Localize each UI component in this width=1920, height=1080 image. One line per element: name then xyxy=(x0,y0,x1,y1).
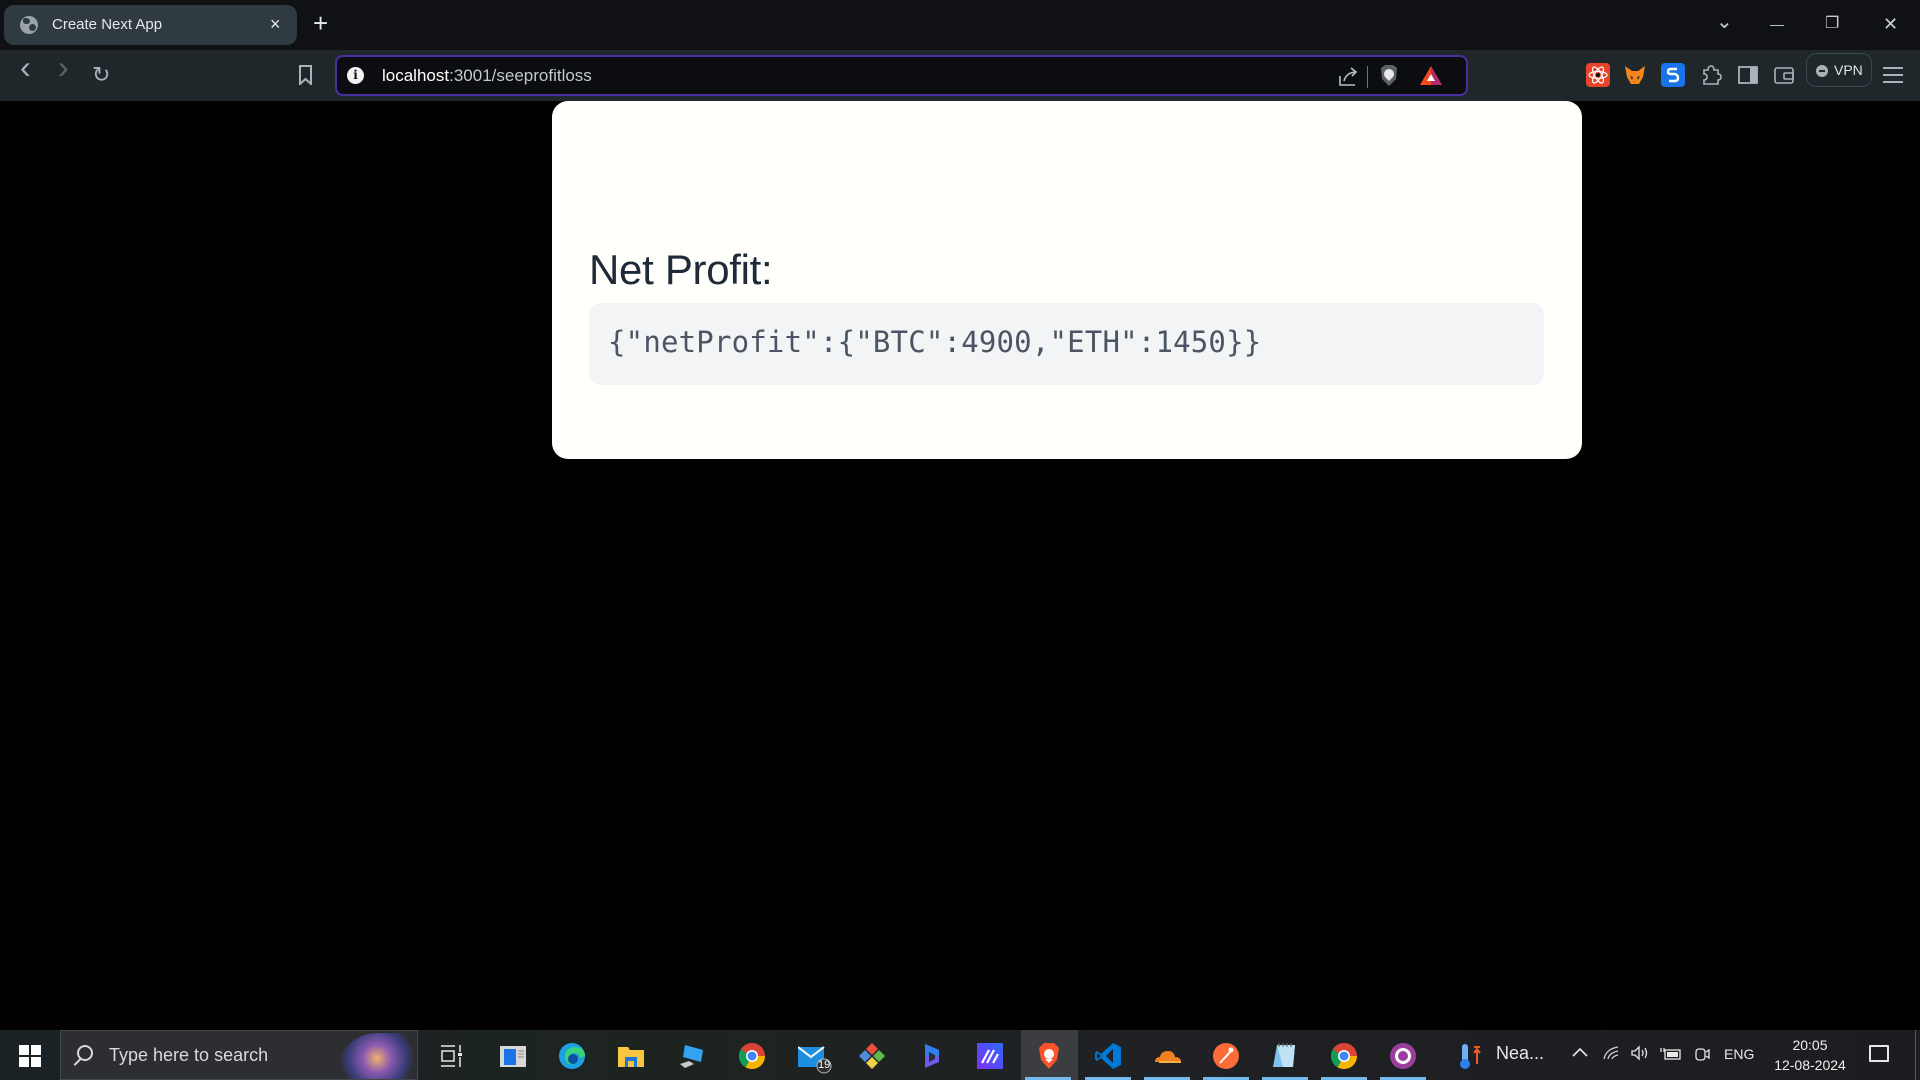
github-desktop-icon[interactable] xyxy=(1389,1042,1417,1070)
url-text[interactable]: localhost:3001/seeprofitloss xyxy=(382,66,592,86)
page-title: Net Profit: xyxy=(589,246,773,293)
copilot-icon[interactable] xyxy=(917,1042,945,1070)
url-path: :3001/seeprofitloss xyxy=(449,66,592,85)
url-host: localhost xyxy=(382,66,450,85)
edge-icon[interactable] xyxy=(558,1042,586,1070)
vpn-status-icon xyxy=(1816,65,1828,77)
share-icon[interactable] xyxy=(1337,66,1359,93)
reload-button[interactable]: ↻ xyxy=(92,62,110,88)
address-bar[interactable]: i localhost:3001/seeprofitloss xyxy=(335,55,1468,96)
globe-icon xyxy=(20,16,38,34)
clock-date: 12-08-2024 xyxy=(1774,1057,1846,1073)
taskbar-search-box[interactable]: Type here to search xyxy=(60,1030,418,1080)
vpn-button[interactable]: VPN xyxy=(1806,53,1872,87)
windows-taskbar: Type here to search 19 Nea... ENG 20:05 … xyxy=(0,1030,1920,1080)
site-info-icon[interactable]: i xyxy=(347,67,364,84)
notification-center-icon[interactable] xyxy=(1869,1045,1889,1062)
taskbar-clock[interactable]: 20:05 12-08-2024 xyxy=(1770,1035,1850,1075)
sidebar-icon[interactable] xyxy=(1736,63,1760,87)
wifi-icon[interactable] xyxy=(1602,1045,1620,1065)
minimize-button[interactable]: — xyxy=(1770,12,1784,36)
s-extension-icon[interactable] xyxy=(1661,63,1685,87)
file-explorer-icon[interactable] xyxy=(617,1042,645,1070)
mail-badge: 19 xyxy=(818,1059,831,1071)
weather-thermometer-icon[interactable] xyxy=(1456,1042,1484,1070)
react-devtools-icon[interactable] xyxy=(1586,63,1610,87)
search-placeholder: Type here to search xyxy=(109,1045,269,1065)
task-view-icon[interactable] xyxy=(438,1042,466,1070)
tab-title: Create Next App xyxy=(52,16,163,33)
windows-start-button[interactable] xyxy=(19,1045,41,1067)
restore-button[interactable]: ❐ xyxy=(1825,12,1839,36)
extensions-puzzle-icon[interactable] xyxy=(1699,63,1723,87)
show-hidden-icons-chevron[interactable] xyxy=(1571,1045,1589,1064)
brave-rewards-icon[interactable] xyxy=(1419,65,1443,92)
chrome-icon-2[interactable] xyxy=(1330,1042,1358,1070)
postman-icon[interactable] xyxy=(1212,1042,1240,1070)
close-window-button[interactable]: ✕ xyxy=(1883,12,1898,36)
clock-time: 20:05 xyxy=(1792,1037,1828,1053)
remote-desktop-icon[interactable] xyxy=(677,1042,705,1070)
net-profit-json: {"netProfit":{"BTC":4900,"ETH":1450}} xyxy=(608,325,1262,359)
chrome-icon[interactable] xyxy=(738,1042,766,1070)
show-desktop-divider[interactable] xyxy=(1915,1030,1916,1080)
net-profit-json-box: {"netProfit":{"BTC":4900,"ETH":1450}} xyxy=(589,303,1544,385)
app-m-icon[interactable] xyxy=(976,1042,1004,1070)
camera-mic-icon[interactable] xyxy=(1693,1045,1711,1067)
net-profit-card: Net Profit: {"netProfit":{"BTC":4900,"ET… xyxy=(552,101,1582,459)
windows-tool-icon[interactable] xyxy=(499,1042,527,1070)
close-tab-button[interactable]: × xyxy=(270,14,281,34)
tab-create-next-app[interactable]: Create Next App × xyxy=(4,5,297,45)
language-indicator[interactable]: ENG xyxy=(1724,1046,1754,1062)
wallet-icon[interactable] xyxy=(1772,63,1796,87)
browser-toolbar: ‹ › ↻ i localhost:3001/seeprofitloss VPN xyxy=(0,50,1920,101)
divider xyxy=(1367,66,1368,88)
back-button[interactable]: ‹ xyxy=(20,51,31,83)
tab-search-chevron-icon[interactable]: ⌄ xyxy=(1716,10,1733,34)
new-tab-button[interactable]: + xyxy=(313,8,328,38)
battery-icon[interactable] xyxy=(1660,1045,1682,1065)
notepad-icon[interactable] xyxy=(1271,1042,1299,1070)
weather-label[interactable]: Nea... xyxy=(1496,1043,1544,1064)
volume-icon[interactable] xyxy=(1630,1045,1650,1065)
search-icon xyxy=(77,1045,93,1061)
cloudflare-icon[interactable] xyxy=(1153,1042,1181,1070)
brave-shields-icon[interactable] xyxy=(1378,64,1400,93)
vpn-label: VPN xyxy=(1834,62,1863,78)
browser-tab-strip: Create Next App × + ⌄ — ❐ ✕ xyxy=(0,0,1920,50)
menu-icon[interactable] xyxy=(1883,67,1903,83)
search-highlight-art xyxy=(337,1033,417,1079)
mail-icon[interactable]: 19 xyxy=(797,1042,832,1074)
bookmark-icon[interactable] xyxy=(299,65,312,85)
page-viewport: Net Profit: {"netProfit":{"BTC":4900,"ET… xyxy=(0,101,1920,1030)
brave-icon[interactable] xyxy=(1035,1042,1063,1070)
vscode-icon[interactable] xyxy=(1094,1042,1122,1070)
metamask-icon[interactable] xyxy=(1623,63,1647,87)
git-client-icon[interactable] xyxy=(858,1042,886,1070)
forward-button[interactable]: › xyxy=(58,51,69,83)
